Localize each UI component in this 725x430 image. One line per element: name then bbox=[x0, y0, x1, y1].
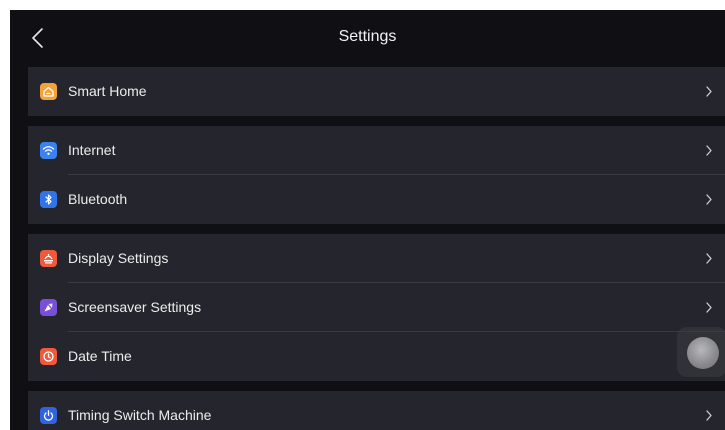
chevron-right-icon bbox=[706, 410, 712, 421]
settings-item-timing-switch-machine[interactable]: Timing Switch Machine bbox=[28, 391, 725, 430]
settings-item-label: Smart Home bbox=[68, 83, 147, 99]
settings-item-internet[interactable]: Internet bbox=[28, 126, 725, 175]
smart-home-icon bbox=[40, 83, 57, 100]
settings-group-smart-home: Smart Home bbox=[28, 67, 725, 116]
chevron-right-icon bbox=[706, 194, 712, 205]
settings-item-date-time[interactable]: Date Time bbox=[28, 332, 725, 381]
chevron-right-icon bbox=[706, 145, 712, 156]
display-icon bbox=[40, 250, 57, 267]
settings-item-smart-home[interactable]: Smart Home bbox=[28, 67, 725, 116]
bluetooth-icon bbox=[40, 191, 57, 208]
floating-assistive-button[interactable] bbox=[677, 327, 725, 377]
top-bar: Settings bbox=[10, 10, 725, 66]
clock-icon bbox=[40, 348, 57, 365]
settings-screen: Settings Smart Home Internet Bluetooth D… bbox=[10, 10, 725, 430]
settings-item-label: Display Settings bbox=[68, 250, 169, 266]
chevron-right-icon bbox=[706, 86, 712, 97]
chevron-right-icon bbox=[706, 253, 712, 264]
settings-item-bluetooth[interactable]: Bluetooth bbox=[28, 175, 725, 224]
settings-group-timing: Timing Switch Machine bbox=[28, 391, 725, 430]
settings-item-screensaver-settings[interactable]: Screensaver Settings bbox=[28, 283, 725, 332]
settings-group-connectivity: Internet Bluetooth bbox=[28, 126, 725, 224]
power-icon bbox=[40, 407, 57, 424]
settings-item-label: Bluetooth bbox=[68, 191, 128, 207]
assistive-knob-icon bbox=[687, 337, 719, 369]
settings-group-display: Display Settings Screensaver Settings Da… bbox=[28, 234, 725, 381]
chevron-right-icon bbox=[706, 302, 712, 313]
wifi-icon bbox=[40, 142, 57, 159]
screensaver-icon bbox=[40, 299, 57, 316]
settings-item-display-settings[interactable]: Display Settings bbox=[28, 234, 725, 283]
settings-item-label: Screensaver Settings bbox=[68, 299, 202, 315]
settings-item-label: Date Time bbox=[68, 348, 132, 364]
settings-item-label: Timing Switch Machine bbox=[68, 407, 212, 423]
page-title: Settings bbox=[338, 28, 397, 45]
settings-item-label: Internet bbox=[68, 142, 116, 158]
